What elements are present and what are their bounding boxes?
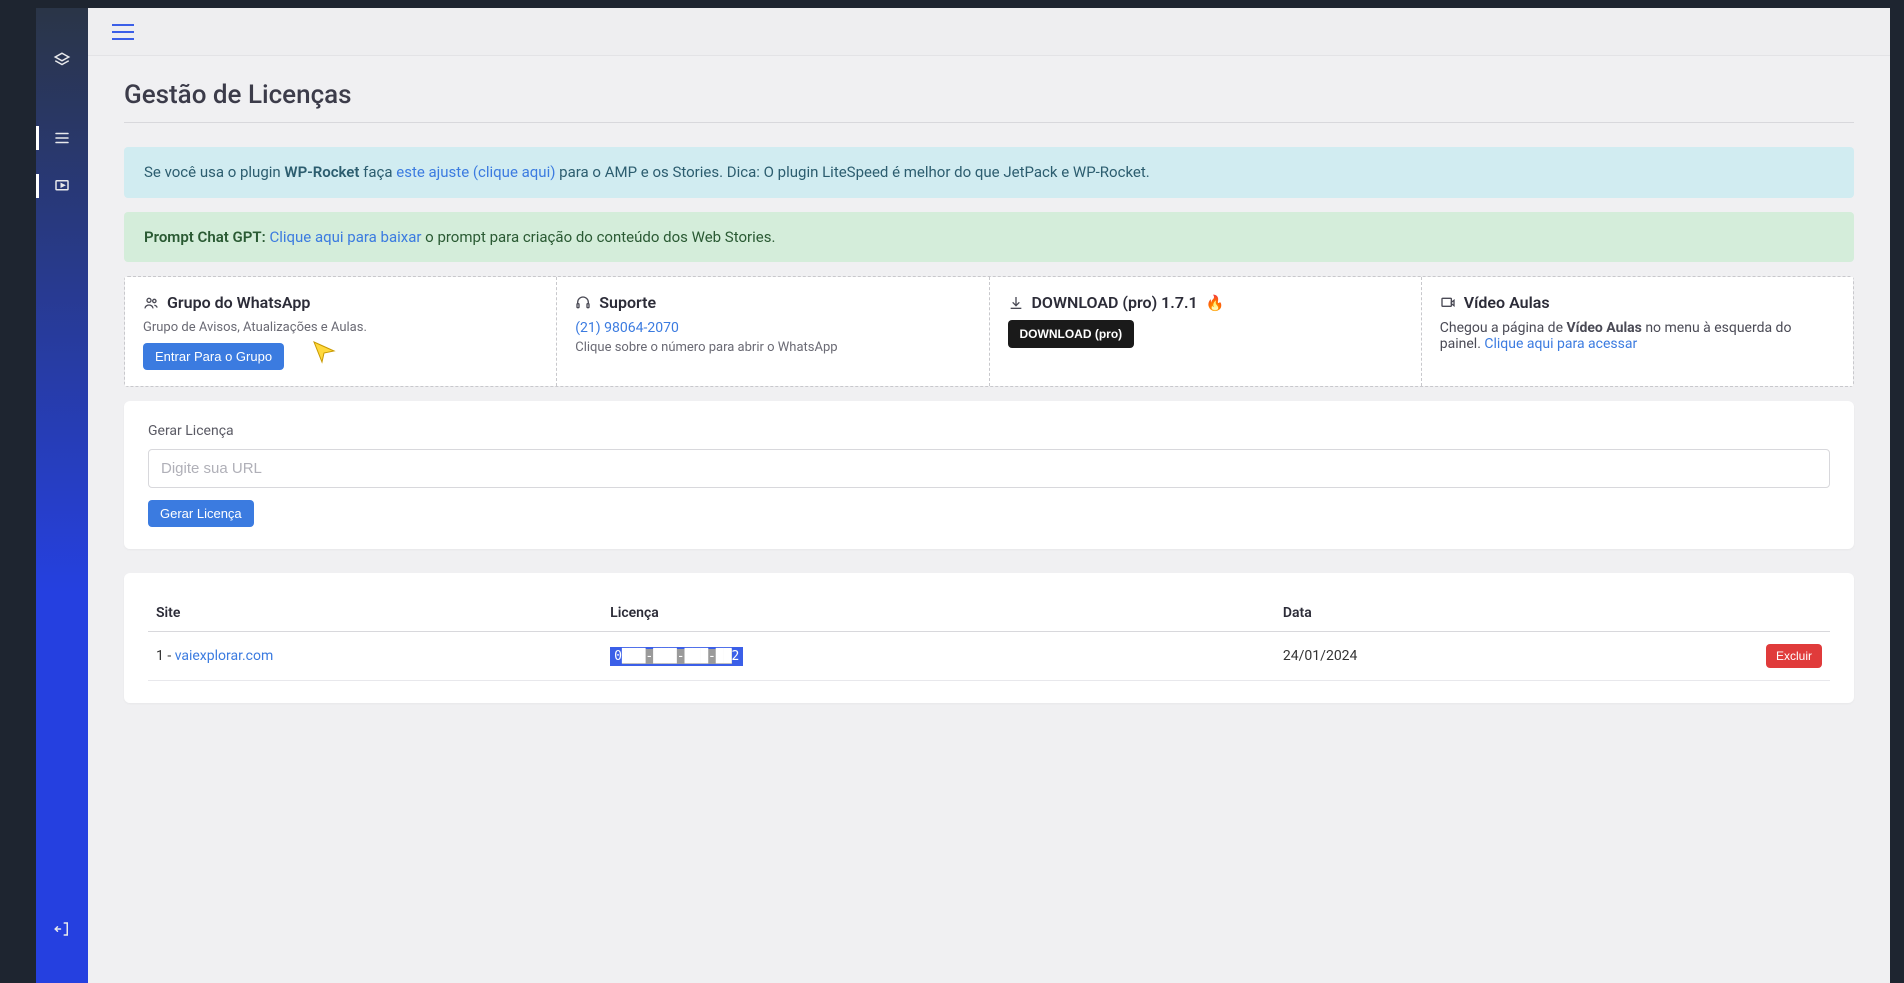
alert-link[interactable]: este ajuste (clique aqui) [396,163,555,181]
info-cards-row: Grupo do WhatsApp Grupo de Avisos, Atual… [124,276,1854,387]
license-key-selected[interactable]: 0███-███-███-██2 [610,647,743,666]
main-area: Gestão de Licenças Se você usa o plugin … [88,8,1890,983]
card-title: DOWNLOAD (pro) 1.7.1 [1032,293,1198,312]
table-row: 1 - vaiexplorar.com 0███-███-███-██2 24/… [148,632,1830,681]
card-whatsapp: Grupo do WhatsApp Grupo de Avisos, Atual… [125,277,557,386]
card-support: Suporte (21) 98064-2070 Clique sobre o n… [557,277,989,386]
alert-wprocket: Se você usa o plugin WP-Rocket faça este… [124,147,1854,198]
card-title: Grupo do WhatsApp [167,293,310,312]
card-desc: Grupo de Avisos, Atualizações e Aulas. [143,320,538,335]
th-site: Site [148,595,602,632]
card-text: Chegou a página de [1440,320,1567,336]
sidebar-logout[interactable] [36,905,88,953]
card-download: DOWNLOAD (pro) 1.7.1 🔥 DOWNLOAD (pro) [990,277,1422,386]
video-access-link[interactable]: Clique aqui para acessar [1484,336,1637,352]
headset-icon [575,295,591,311]
support-phone-link[interactable]: (21) 98064-2070 [575,320,970,336]
card-desc: Clique sobre o número para abrir o Whats… [575,340,970,355]
panel-label: Gerar Licença [148,423,1830,439]
alert-text: faça [359,163,396,181]
card-title: Suporte [599,293,656,312]
fire-icon: 🔥 [1206,294,1225,312]
th-date: Data [1275,595,1578,632]
sidebar-item-videos[interactable] [36,162,88,210]
alert-text: para o AMP e os Stories. Dica: O plugin … [555,163,1149,181]
row-date: 24/01/2024 [1275,632,1578,681]
alert-link[interactable]: Clique aqui para baixar [269,228,421,246]
alert-strong: Prompt Chat GPT: [144,228,269,246]
site-link[interactable]: vaiexplorar.com [175,648,274,664]
sidebar [36,8,88,983]
sidebar-item-licenses[interactable] [36,114,88,162]
page-title: Gestão de Licenças [124,80,1854,123]
download-pro-button[interactable]: DOWNLOAD (pro) [1008,320,1135,348]
content: Gestão de Licenças Se você usa o plugin … [88,56,1890,983]
card-title: Vídeo Aulas [1464,293,1550,312]
menu-toggle-icon[interactable] [112,24,134,40]
sidebar-logo[interactable] [36,36,88,84]
topbar [88,8,1890,56]
generate-license-panel: Gerar Licença Gerar Licença [124,401,1854,549]
th-actions [1578,595,1830,632]
card-video: Vídeo Aulas Chegou a página de Vídeo Aul… [1422,277,1853,386]
alert-text: o prompt para criação do conteúdo dos We… [421,228,775,246]
alert-strong: WP-Rocket [284,163,359,181]
th-license: Licença [602,595,1275,632]
delete-button[interactable]: Excluir [1766,644,1822,668]
users-icon [143,295,159,311]
alert-text: Se você usa o plugin [144,163,284,181]
join-group-button[interactable]: Entrar Para o Grupo [143,343,284,370]
licenses-table: Site Licença Data 1 - vaiexplorar.com [148,595,1830,681]
alert-chatgpt: Prompt Chat GPT: Clique aqui para baixar… [124,212,1854,263]
generate-license-button[interactable]: Gerar Licença [148,500,254,527]
download-icon [1008,295,1024,311]
video-icon [1440,295,1456,311]
card-strong: Vídeo Aulas [1566,320,1641,336]
licenses-table-panel: Site Licença Data 1 - vaiexplorar.com [124,573,1854,703]
row-index: 1 - [156,648,175,664]
url-input[interactable] [148,449,1830,488]
